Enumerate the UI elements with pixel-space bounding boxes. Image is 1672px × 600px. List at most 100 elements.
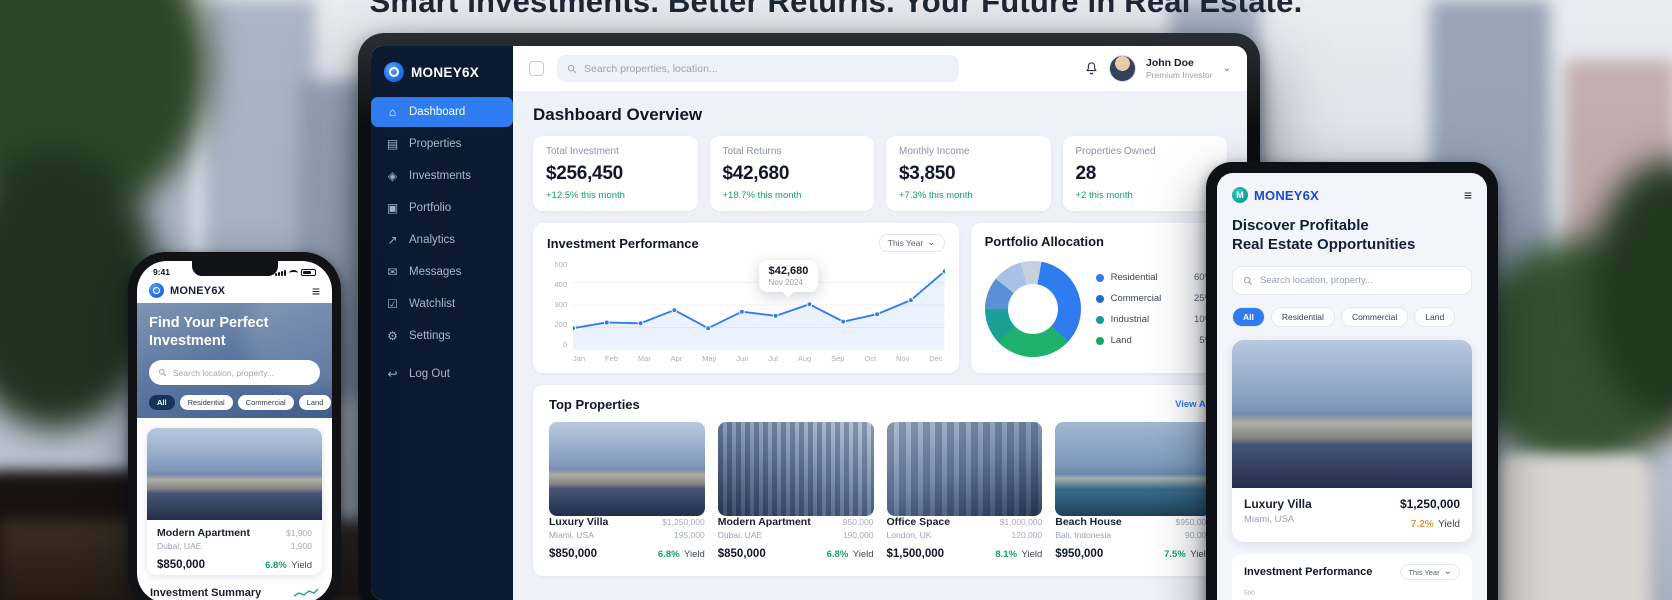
dashboard-main: Search properties, location... John Doe …: [513, 46, 1247, 600]
filter-chip-all[interactable]: All: [1232, 307, 1265, 328]
property-location: Dubai, UAE: [157, 541, 202, 552]
chevron-down-icon[interactable]: ⌄: [1223, 63, 1231, 74]
chevron-down-icon: ⌄: [927, 237, 936, 248]
investments-icon: ◈: [387, 169, 398, 183]
user-block[interactable]: John Doe Premium Investor: [1146, 57, 1213, 80]
search-bar[interactable]: Search properties, location...: [557, 55, 959, 82]
property-cards: Luxury Villa $1,250,000 Miami, USA 195,000 $…: [549, 422, 1211, 562]
x-tick-label: Apr: [670, 354, 683, 363]
collapse-icon[interactable]: [529, 61, 544, 76]
sidebar-item-messages[interactable]: ✉ Messages: [371, 257, 513, 287]
legend-dot: [1095, 315, 1104, 324]
filter-chip-residential[interactable]: Residential: [1270, 307, 1335, 328]
property-name: Modern Apartment: [717, 516, 811, 528]
notifications-bell-icon[interactable]: [1084, 61, 1099, 76]
x-tick-label: Oct: [864, 354, 877, 363]
tablet-device: M MONEY6X ≡ Discover Profitable Real Est…: [1206, 162, 1498, 600]
sidebar-item-analytics[interactable]: ↗ Analytics: [371, 225, 513, 255]
sidebar-item-settings[interactable]: ⚙ Settings: [371, 321, 513, 351]
stat-delta: +2 this month: [1075, 190, 1133, 201]
watchlist-icon: ☑: [387, 297, 398, 311]
analytics-icon: ↗: [387, 233, 398, 247]
legend-dot: [1095, 273, 1104, 282]
stat-label: Total Investment: [546, 146, 619, 157]
sidebar-item-label: Dashboard: [409, 106, 466, 118]
portfolio-icon: ▣: [386, 201, 399, 215]
stat-card: Properties Owned 28 +2 this month: [1062, 136, 1227, 211]
line-chart: $42,680 Nov 2024: [573, 260, 945, 350]
stat-delta: +12.5% this month: [546, 190, 625, 201]
logout-icon: ↩: [387, 367, 398, 381]
hamburger-menu-icon[interactable]: ≡: [1464, 188, 1472, 202]
legend-item: Land5%: [1095, 335, 1213, 346]
tooltip-value: $42,680: [768, 265, 809, 277]
y-axis-label: 500: [1244, 590, 1255, 597]
stat-value: $256,450: [546, 163, 623, 184]
y-axis-labels: 500 400 300 200 0: [547, 260, 567, 350]
phone-device: 9:41 MONEY6X ≡ Find Your Perfect Investm…: [128, 252, 341, 600]
range-select[interactable]: This Year ⌄: [1400, 564, 1460, 580]
property-yield: 7.5% Yield: [1164, 549, 1211, 560]
property-name: Luxury Villa: [549, 516, 609, 528]
performance-panel: Investment Performance This Year ⌄ 500 40…: [533, 223, 959, 373]
tablet-headline: Discover Profitable Real Estate Opportun…: [1232, 217, 1416, 254]
filter-chip-land[interactable]: Land: [298, 395, 332, 411]
stat-label: Total Returns: [722, 146, 782, 157]
sidebar-item-label: Portfolio: [409, 202, 452, 214]
chevron-down-icon: ⌄: [1443, 566, 1452, 577]
property-card[interactable]: Modern Apartment 950,000 Dubai, UAE 190,000…: [717, 422, 874, 562]
y-tick-label: 200: [554, 320, 567, 329]
sidebar-item-label: Properties: [409, 138, 462, 150]
laptop-screen: MONEY6X ⌂ Dashboard ▤ Properties ◈ Investment…: [371, 46, 1247, 600]
property-card[interactable]: Beach House $950,000 Bali, Indonesia 90,000…: [1055, 422, 1211, 562]
performance-title: Investment Performance: [1244, 566, 1373, 578]
pot-right: [1495, 455, 1650, 600]
search-icon: [158, 369, 167, 377]
hamburger-menu-icon[interactable]: ≡: [312, 284, 320, 298]
tablet-search-bar[interactable]: Search location, property...: [1232, 266, 1472, 296]
stat-delta: +7.3% this month: [899, 190, 973, 201]
allocation-title: Portfolio Allocation: [984, 234, 1104, 249]
property-name: Modern Apartment: [157, 527, 250, 540]
property-card[interactable]: Modern Apartment $1,900 Dubai, UAE 1,900…: [147, 428, 322, 575]
legend-item: Industrial 10%: [1095, 314, 1213, 325]
filter-chip-land[interactable]: Land: [1414, 307, 1456, 328]
property-alt-price: 950,000: [842, 517, 874, 527]
phone-hero-title: Find Your Perfect Investment: [149, 315, 269, 349]
property-info: Office Space $1,000,000 London, UK 120,000 $…: [887, 516, 1043, 562]
filter-chip-commercial[interactable]: Commercial: [1340, 307, 1409, 328]
filter-chip-residential[interactable]: Residential: [179, 395, 233, 411]
range-select[interactable]: This Year ⌄: [878, 234, 945, 252]
property-info: Beach House $950,000 Bali, Indonesia 90,000…: [1055, 516, 1211, 562]
sidebar-item-investments[interactable]: ◈ Investments: [371, 161, 513, 191]
sidebar-item-dashboard[interactable]: ⌂ Dashboard: [371, 97, 513, 127]
signal-icon: [275, 269, 286, 276]
range-label: This Year: [887, 238, 924, 248]
sidebar: MONEY6X ⌂ Dashboard ▤ Properties ◈ Investment…: [371, 46, 513, 600]
filter-chip-all[interactable]: All: [149, 395, 175, 411]
sidebar-item-log-out[interactable]: ↩ Log Out: [371, 359, 513, 389]
legend-item: Residential 60%: [1095, 272, 1213, 283]
phone-search-bar[interactable]: Search location, property...: [149, 360, 320, 386]
property-alt-price: $1,000,000: [999, 517, 1043, 527]
stat-label: Properties Owned: [1075, 146, 1156, 157]
property-card[interactable]: Luxury Villa Miami, USA $1,250,000 7.2% …: [1232, 340, 1472, 542]
money6x-logo-icon: [384, 62, 404, 82]
search-placeholder: Search properties, location...: [584, 62, 718, 75]
settings-icon: ⚙: [387, 329, 398, 343]
phone-hero: Find Your Perfect Investment Search loca…: [137, 303, 332, 419]
avatar[interactable]: [1109, 55, 1136, 82]
legend-dot: [1095, 294, 1104, 303]
property-name: Luxury Villa: [1244, 497, 1312, 512]
property-price: $850,000: [157, 559, 205, 572]
x-tick-label: Jun: [736, 354, 749, 363]
sidebar-item-properties[interactable]: ▤ Properties: [371, 129, 513, 159]
sidebar-item-portfolio[interactable]: ▣ Portfolio: [371, 193, 513, 223]
filter-chip-commercial[interactable]: Commercial: [237, 395, 294, 411]
property-card[interactable]: Luxury Villa $1,250,000 Miami, USA 195,000 $…: [549, 422, 705, 562]
sidebar-item-watchlist[interactable]: ☑ Watchlist: [371, 289, 513, 319]
property-card[interactable]: Office Space $1,000,000 London, UK 120,000 $…: [886, 422, 1043, 562]
x-tick-label: Jan: [573, 354, 586, 363]
search-icon: [567, 64, 577, 73]
legend-label: Commercial: [1110, 293, 1162, 304]
